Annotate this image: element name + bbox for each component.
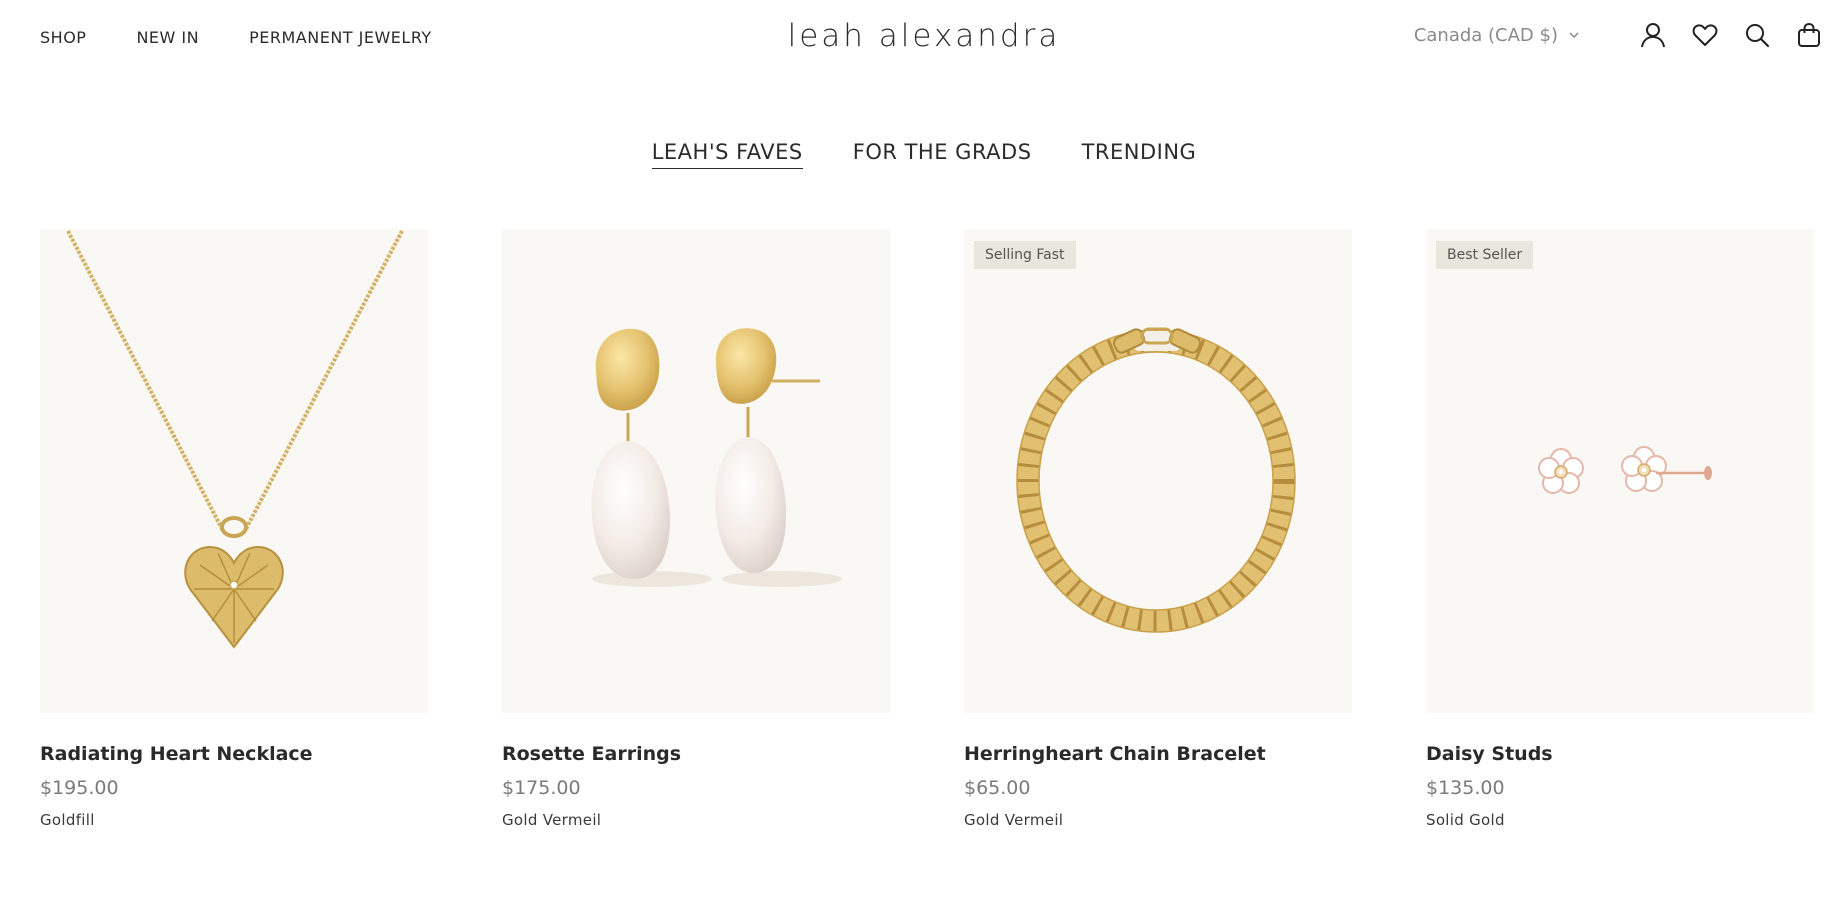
product-title[interactable]: Radiating Heart Necklace <box>40 743 428 765</box>
chevron-down-icon <box>1569 32 1579 39</box>
currency-label: Canada (CAD $) <box>1413 24 1558 46</box>
product-title[interactable]: Rosette Earrings <box>502 743 890 765</box>
product-price: $195.00 <box>40 777 119 799</box>
product-image-rosette-earrings[interactable] <box>502 229 890 713</box>
header-actions: Canada (CAD $) <box>1414 20 1824 50</box>
product-card[interactable]: Radiating Heart Necklace $195.00 Goldfil… <box>40 229 428 829</box>
product-material: Solid Gold <box>1426 811 1505 829</box>
site-logo[interactable]: leah alexandra <box>788 18 1061 54</box>
cart-button[interactable] <box>1794 20 1824 50</box>
chain-bracelet-image <box>1016 327 1296 633</box>
product-material: Gold Vermeil <box>502 811 602 829</box>
product-material: Goldfill <box>40 811 95 829</box>
product-grid: Radiating Heart Necklace $195.00 Goldfil… <box>40 229 1814 829</box>
tab-for-the-grads[interactable]: FOR THE GRADS <box>853 140 1032 169</box>
heart-necklace-image <box>66 230 404 649</box>
product-card[interactable]: Rosette Earrings $175.00 Gold Vermeil <box>502 229 890 829</box>
product-card[interactable]: Best Seller Daisy Studs $135.00 Solid Go… <box>1426 229 1814 829</box>
product-image-daisy-studs[interactable]: Best Seller <box>1426 229 1814 713</box>
daisy-studs-image <box>1538 446 1712 494</box>
product-material: Gold Vermeil <box>964 811 1064 829</box>
wishlist-heart-icon <box>1692 24 1718 46</box>
tab-leahs-faves[interactable]: LEAH'S FAVES <box>651 140 803 169</box>
product-title[interactable]: Daisy Studs <box>1426 743 1814 765</box>
product-image-radiating-heart-necklace[interactable] <box>40 229 428 713</box>
account-button[interactable] <box>1638 20 1668 50</box>
site-header: SHOP NEW IN PERMANENT JEWELRY leah alexa… <box>0 0 1848 80</box>
collection-tabs: LEAH'S FAVES FOR THE GRADS TRENDING <box>0 140 1848 169</box>
search-button[interactable] <box>1742 20 1772 50</box>
product-price: $175.00 <box>502 777 581 799</box>
wishlist-button[interactable] <box>1690 20 1720 50</box>
nav-new-in[interactable]: NEW IN <box>136 28 199 47</box>
cart-bag-icon <box>1798 22 1820 47</box>
nav-shop[interactable]: SHOP <box>40 28 86 47</box>
product-title[interactable]: Herringheart Chain Bracelet <box>964 743 1352 765</box>
product-image-herringheart-chain-bracelet[interactable]: Selling Fast <box>964 229 1352 713</box>
product-badge: Best Seller <box>1436 241 1534 269</box>
nav-permanent-jewelry[interactable]: PERMANENT JEWELRY <box>249 28 432 47</box>
account-icon <box>1641 23 1665 48</box>
tab-trending[interactable]: TRENDING <box>1082 140 1197 169</box>
product-badge: Selling Fast <box>974 241 1076 269</box>
product-card[interactable]: Selling Fast Herringheart Chain Bracelet… <box>964 229 1352 829</box>
currency-selector[interactable]: Canada (CAD $) <box>1414 25 1580 46</box>
primary-nav: SHOP NEW IN PERMANENT JEWELRY <box>40 28 432 47</box>
product-price: $135.00 <box>1426 777 1505 799</box>
search-icon <box>1746 24 1770 48</box>
pearl-earrings-image <box>591 328 842 587</box>
product-price: $65.00 <box>964 777 1031 799</box>
